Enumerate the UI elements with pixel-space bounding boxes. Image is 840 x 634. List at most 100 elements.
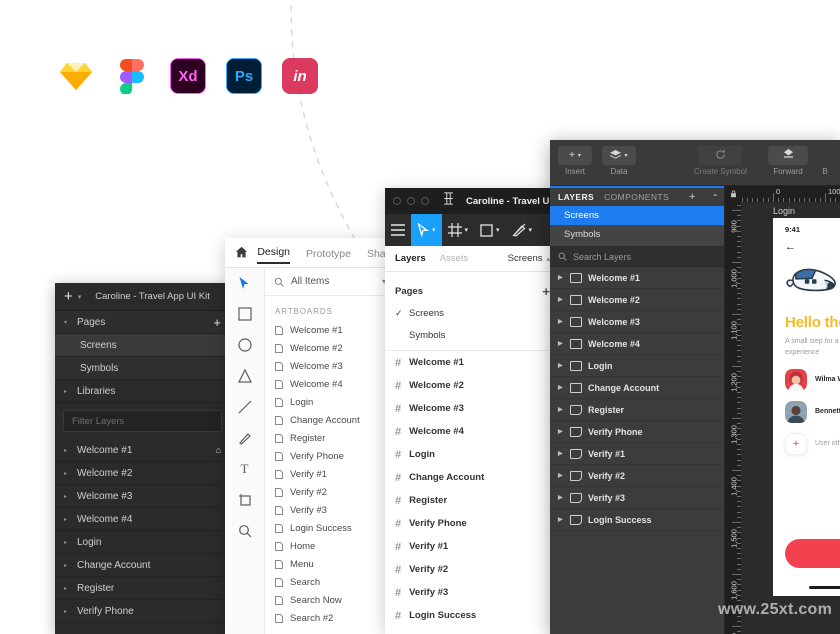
window-controls[interactable] (393, 197, 429, 205)
home-icon[interactable]: ⌂ (216, 445, 221, 455)
figma-layer-row[interactable]: # Login Success (385, 604, 560, 627)
triangle-right-icon[interactable]: ▸ (64, 608, 70, 615)
tab-assets[interactable]: Assets (440, 253, 469, 264)
create-symbol-control[interactable] (698, 146, 743, 165)
triangle-right-icon[interactable]: ▸ (64, 493, 70, 500)
chevron-down-icon[interactable]: ▾ (78, 293, 82, 301)
triangle-right-icon[interactable]: ▶ (558, 362, 564, 369)
invision-page-screens[interactable]: Screens (550, 206, 724, 225)
triangle-right-icon[interactable]: ▸ (64, 585, 70, 592)
sketch-icon[interactable] (58, 58, 94, 94)
polygon-tool-icon[interactable] (236, 367, 254, 385)
figma-page-screens[interactable]: ✓ Screens (385, 302, 560, 324)
triangle-right-icon[interactable]: ▶ (558, 340, 564, 347)
sketch-layer-row[interactable]: ▸ Welcome #2 (55, 462, 230, 485)
xd-artboard-row[interactable]: Login (265, 393, 395, 411)
xd-artboard-row[interactable]: Register (265, 429, 395, 447)
figma-layer-row[interactable]: # Verify #2 (385, 558, 560, 581)
minimize-icon[interactable] (407, 197, 415, 205)
sketch-layer-row[interactable]: ▸ Welcome #4 (55, 508, 230, 531)
invision-icon[interactable]: in (282, 58, 318, 94)
menu-icon[interactable] (385, 214, 411, 246)
artboard-label[interactable]: Login (773, 206, 795, 216)
maximize-icon[interactable] (421, 197, 429, 205)
invision-layer-row[interactable]: ▶ Welcome #4 (550, 333, 724, 355)
invision-page-symbols[interactable]: Symbols (550, 225, 724, 244)
search-layers-input[interactable]: Search Layers (550, 247, 724, 267)
shape-tool-icon[interactable]: ▾ (474, 214, 506, 246)
sketch-layer-row[interactable]: ▸ Login (55, 531, 230, 554)
phone-mockup[interactable]: 9:41 ← Hello the (773, 218, 840, 596)
add-icon[interactable]: + (689, 191, 696, 203)
xd-artboard-row[interactable]: Verify #2 (265, 483, 395, 501)
xd-filter-select[interactable]: All Items ▾ (265, 268, 395, 296)
xd-artboard-row[interactable]: Welcome #3 (265, 357, 395, 375)
insert-button-control[interactable]: + ▾ (558, 146, 592, 165)
forward-button[interactable]: Forward (768, 146, 808, 176)
figma-layer-row[interactable]: # Verify Phone (385, 512, 560, 535)
figma-layer-row[interactable]: # Register (385, 489, 560, 512)
figma-layer-row[interactable]: # Welcome #4 (385, 420, 560, 443)
figma-layer-row[interactable]: # Welcome #3 (385, 397, 560, 420)
tab-design[interactable]: Design (257, 246, 291, 264)
user-list-item[interactable]: Wilma We (785, 368, 840, 391)
home-icon[interactable] (225, 238, 257, 267)
add-page-icon[interactable]: + (542, 284, 550, 299)
triangle-right-icon[interactable]: ▶ (558, 318, 564, 325)
add-icon[interactable]: + (64, 289, 73, 304)
invision-layer-row[interactable]: ▶ Login Success (550, 509, 724, 531)
user-list-item-add[interactable]: + User othe (785, 432, 840, 455)
xd-artboard-row[interactable]: Home (265, 537, 395, 555)
forward-control[interactable] (768, 146, 808, 165)
invision-layer-row[interactable]: ▶ Register (550, 399, 724, 421)
backward-button[interactable]: B (818, 146, 832, 176)
line-tool-icon[interactable] (236, 398, 254, 416)
invision-canvas[interactable]: 0 100 900 1,000 1,100 1,200 1,300 1,400 1,500 1,… (725, 186, 840, 634)
triangle-right-icon[interactable]: ▸ (64, 516, 70, 523)
invision-layer-row[interactable]: ▶ Verify #3 (550, 487, 724, 509)
tab-prototype[interactable]: Prototype (306, 248, 351, 264)
figma-layer-row[interactable]: # Verify #1 (385, 535, 560, 558)
xd-artboard-row[interactable]: Welcome #4 (265, 375, 395, 393)
chevron-up-icon[interactable]: ⌃ (712, 193, 719, 202)
adobe-xd-icon[interactable]: Xd (170, 58, 206, 94)
sketch-layer-row[interactable]: ▸ Welcome #3 (55, 485, 230, 508)
rectangle-tool-icon[interactable] (236, 305, 254, 323)
tab-components[interactable]: COMPONENTS (604, 192, 669, 202)
triangle-right-icon[interactable]: ▸ (64, 447, 70, 454)
sketch-libraries-row[interactable]: ▸ Libraries (55, 380, 230, 403)
select-tool-icon[interactable] (236, 274, 254, 292)
sketch-page-symbols[interactable]: Symbols (55, 357, 230, 380)
xd-artboard-row[interactable]: Search (265, 573, 395, 591)
figma-page-symbols[interactable]: Symbols (385, 324, 560, 346)
zoom-tool-icon[interactable] (236, 522, 254, 540)
triangle-right-icon[interactable]: ▶ (558, 494, 564, 501)
triangle-right-icon[interactable]: ▶ (558, 296, 564, 303)
figma-layer-row[interactable]: # Change Account (385, 466, 560, 489)
xd-artboard-row[interactable]: Search Now (265, 591, 395, 609)
triangle-right-icon[interactable]: ▶ (558, 428, 564, 435)
figma-layer-row[interactable]: # Welcome #2 (385, 374, 560, 397)
tab-layers[interactable]: Layers (395, 253, 426, 264)
invision-layer-row[interactable]: ▶ Login (550, 355, 724, 377)
data-button-control[interactable]: ▾ (602, 146, 636, 165)
invision-layer-row[interactable]: ▶ Verify #1 (550, 443, 724, 465)
user-list-item[interactable]: Bennett E (785, 400, 840, 423)
frame-tool-icon[interactable]: ▾ (442, 214, 475, 246)
triangle-right-icon[interactable]: ▶ (558, 472, 564, 479)
back-arrow-icon[interactable]: ← (785, 242, 840, 253)
data-button[interactable]: ▾ Data (602, 146, 636, 176)
triangle-right-icon[interactable]: ▶ (558, 450, 564, 457)
triangle-right-icon[interactable]: ▶ (558, 406, 564, 413)
xd-artboard-row[interactable]: Verify #1 (265, 465, 395, 483)
sketch-layer-row[interactable]: ▸ Register (55, 577, 230, 600)
primary-cta-button[interactable] (785, 539, 840, 568)
triangle-right-icon[interactable]: ▶ (558, 384, 564, 391)
xd-artboard-row[interactable]: Verify Phone (265, 447, 395, 465)
move-tool-icon[interactable]: ▾ (411, 214, 442, 246)
triangle-right-icon[interactable]: ▶ (558, 516, 564, 523)
xd-artboard-row[interactable]: Search #2 (265, 609, 395, 627)
figma-icon[interactable] (114, 58, 150, 94)
insert-button[interactable]: + ▾ Insert (558, 146, 592, 176)
pen-tool-icon[interactable]: ▾ (506, 214, 539, 246)
